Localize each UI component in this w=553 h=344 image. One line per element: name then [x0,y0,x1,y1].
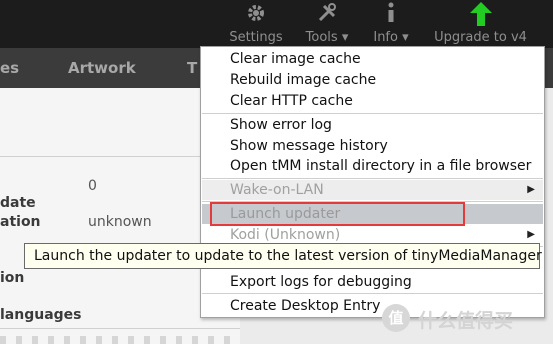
separator [0,328,240,329]
menu-item-clear-http-cache[interactable]: Clear HTTP cache [202,91,543,111]
settings-button[interactable]: Settings [220,0,292,48]
info-icon [388,2,394,22]
menu-item-rebuild-image-cache[interactable]: Rebuild image cache [202,70,543,90]
tools-label: Tools ▾ [305,30,349,45]
menu-item-wake-on-lan[interactable]: Wake-on-LAN ▶ [202,180,543,200]
menu-item-clear-image-cache[interactable]: Clear image cache [202,49,543,69]
value-zero: 0 [88,178,97,194]
label-date: date [0,195,36,211]
menu-item-kodi-label: Kodi (Unknown) [230,227,341,243]
info-label: Info ▾ [373,30,409,45]
submenu-arrow-icon: ▶ [527,229,535,240]
menu-item-show-message-history[interactable]: Show message history [202,136,543,156]
menu-item-export-logs[interactable]: Export logs for debugging [202,272,543,292]
menu-item-kodi[interactable]: Kodi (Unknown) ▶ [202,225,543,245]
toolbar: Settings Tools ▾ Info ▾ Upgrade to v4 [0,0,553,48]
value-unknown: unknown [88,214,152,230]
label-languages: languages [0,307,82,323]
dashed-divider [0,336,240,344]
menu-separator [202,293,543,294]
label-ion: ion [0,270,25,286]
gear-icon [248,5,264,21]
tools-dropdown-menu: Clear image cache Rebuild image cache Cl… [200,46,545,318]
tools-icon [318,3,336,22]
menu-item-show-error-log[interactable]: Show error log [202,115,543,135]
watermark-logo: 值 [382,304,410,332]
submenu-arrow-icon: ▶ [527,184,535,195]
highlight-annotation-box [210,202,465,226]
tab-partial-right[interactable]: T [187,59,197,77]
watermark: 值 什么值得买 [382,304,542,334]
upgrade-label: Upgrade to v4 [434,30,527,45]
tab-artwork[interactable]: Artwork [68,59,136,77]
menu-separator [202,113,543,114]
upgrade-button[interactable]: Upgrade to v4 [428,0,533,48]
settings-label: Settings [229,30,283,45]
info-menu-button[interactable]: Info ▾ [366,0,416,48]
upgrade-arrow-icon [469,2,492,26]
tools-menu-button[interactable]: Tools ▾ [296,0,358,48]
tab-partial-left[interactable]: es [0,59,19,77]
watermark-text: 什么值得买 [418,310,514,332]
tooltip: Launch the updater to update to the late… [24,243,542,269]
menu-item-wake-on-lan-label: Wake-on-LAN [230,182,324,198]
menu-item-open-install-directory[interactable]: Open tMM install directory in a file bro… [202,156,543,176]
label-ation: ation [0,214,41,230]
menu-separator [202,178,543,179]
